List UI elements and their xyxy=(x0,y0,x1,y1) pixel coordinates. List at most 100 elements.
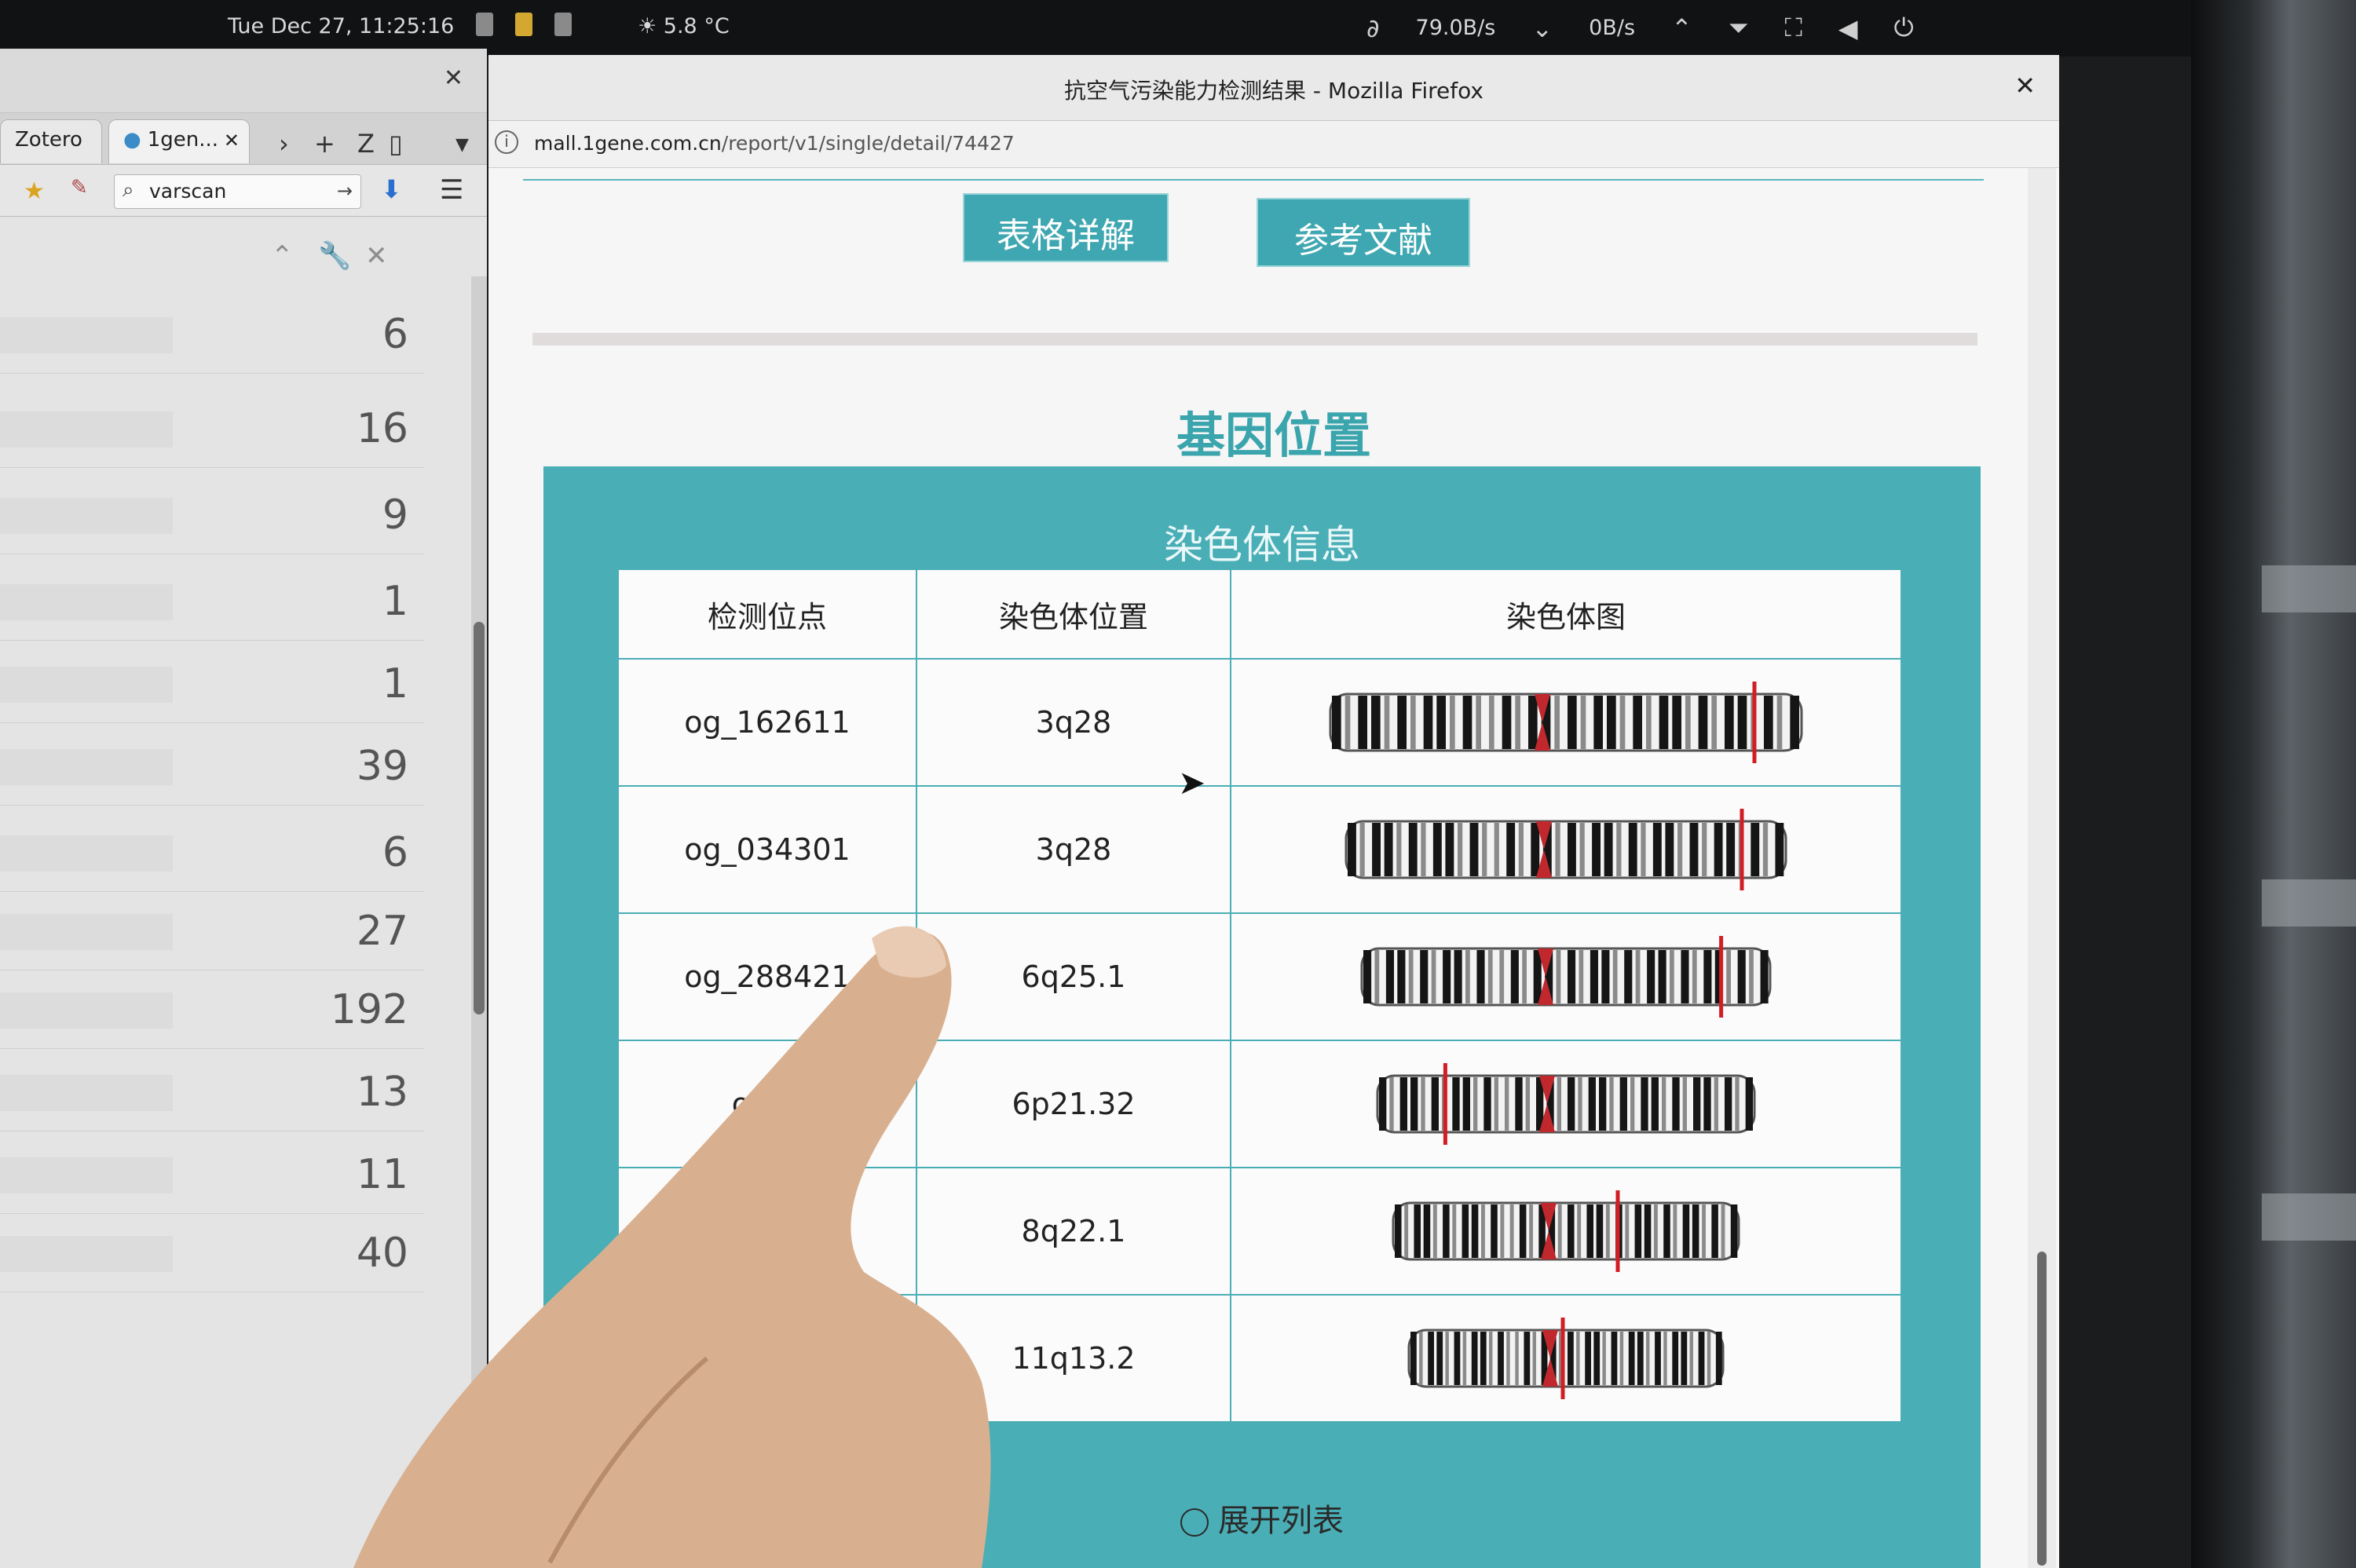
list-item-title xyxy=(0,749,173,785)
wrench-icon[interactable]: 🔧 xyxy=(318,240,351,272)
chromosome-band xyxy=(1692,1204,1699,1258)
scrollbar[interactable] xyxy=(471,276,487,1568)
chip-icon[interactable] xyxy=(476,13,493,36)
list-item[interactable]: 11 xyxy=(0,1135,424,1214)
expand-list-button[interactable]: 展开列表 xyxy=(543,1495,1981,1541)
list-item-title xyxy=(0,914,173,950)
list-item[interactable]: 6 xyxy=(0,295,424,374)
list-item[interactable]: 1 xyxy=(0,562,424,641)
chromosome-band xyxy=(1745,1077,1753,1131)
references-button[interactable]: 参考文献 xyxy=(1257,198,1470,267)
page-scrollbar[interactable] xyxy=(2028,168,2056,1568)
list-item[interactable]: 192 xyxy=(0,970,424,1049)
download-icon[interactable]: ⏷ xyxy=(1729,13,1749,43)
background-stripe xyxy=(2262,565,2356,612)
url-text[interactable]: mall.1gene.com.cn/report/v1/single/detai… xyxy=(534,132,1015,155)
table-bottom-edge xyxy=(523,168,1984,181)
chromosome-band xyxy=(1518,823,1524,876)
list-item[interactable]: 39 xyxy=(0,727,424,806)
chromosome-band xyxy=(1588,1077,1596,1131)
close-icon[interactable]: ✕ xyxy=(444,64,463,92)
chromosome-band xyxy=(1419,1332,1423,1385)
close-icon[interactable]: ✕ xyxy=(2014,71,2036,101)
chromosome-band xyxy=(1436,1332,1443,1385)
list-item[interactable]: 27 xyxy=(0,892,424,970)
chromosome-band xyxy=(1721,1204,1725,1258)
clock[interactable]: Tue Dec 27, 11:25:16 xyxy=(228,14,454,38)
chevron-right-icon[interactable]: › xyxy=(279,129,289,159)
chromosome-band xyxy=(1408,950,1414,1003)
list-item[interactable]: 1 xyxy=(0,645,424,723)
close-tab-icon[interactable]: ✕ xyxy=(224,130,240,152)
ideogram-cell xyxy=(1230,1167,1902,1296)
chromosome-band xyxy=(1702,1204,1706,1258)
chromosome-band xyxy=(1715,1332,1722,1385)
volume-muted-icon[interactable]: ◀ xyxy=(1838,13,1858,43)
save-page-icon[interactable]: ▯ xyxy=(389,129,403,159)
chromosome-ideogram xyxy=(1392,1190,1740,1272)
download-arrow-icon[interactable]: ⬇ xyxy=(381,174,402,204)
chromosome-band xyxy=(1693,1077,1701,1131)
input-method-icon[interactable]: ∂ xyxy=(1366,13,1380,43)
hamburger-menu-icon[interactable]: ☰ xyxy=(440,174,463,206)
site-cell: og_288421 xyxy=(617,912,917,1041)
chromosome-band xyxy=(1498,1332,1504,1385)
power-icon[interactable]: ⏻ xyxy=(1893,13,1913,43)
list-item-title xyxy=(0,992,173,1029)
weather-indicator[interactable]: ☀ 5.8 °C xyxy=(638,14,730,38)
chromosome-band xyxy=(1776,696,1783,749)
chromosome-band xyxy=(1735,1077,1740,1131)
chromosome-band xyxy=(1515,1077,1523,1131)
go-arrow-icon[interactable]: → xyxy=(337,180,353,202)
search-input[interactable]: ⌕ varscan → xyxy=(114,174,361,209)
info-icon[interactable]: i xyxy=(495,130,518,154)
chromosome-band xyxy=(1443,1204,1450,1258)
battery-icon[interactable] xyxy=(515,13,532,36)
chevron-up-icon[interactable]: ⌃ xyxy=(271,240,294,272)
chromosome-band xyxy=(1510,950,1519,1003)
list-item[interactable]: 40 xyxy=(0,1214,424,1292)
chromosome-band xyxy=(1568,823,1576,876)
chromosome-band xyxy=(1557,1204,1562,1258)
chromosome-band xyxy=(1592,823,1601,876)
list-item-title xyxy=(0,1236,173,1272)
chromosome-band xyxy=(1431,950,1436,1003)
chromosome-band xyxy=(1428,1332,1434,1385)
close-icon[interactable]: ✕ xyxy=(365,240,388,272)
table-detail-button[interactable]: 表格详解 xyxy=(963,193,1169,262)
list-item[interactable]: 9 xyxy=(0,476,424,554)
chromosome-band xyxy=(1641,823,1646,876)
scrollbar-thumb[interactable] xyxy=(474,622,485,1014)
chromosome-band xyxy=(1604,823,1613,876)
chromosome-band xyxy=(1528,696,1538,749)
new-tab-icon[interactable]: + xyxy=(314,129,335,159)
list-item[interactable]: 6 xyxy=(0,813,424,892)
list-item-count: 1 xyxy=(382,660,408,707)
chromosome-band xyxy=(1593,696,1603,749)
chromosome-band xyxy=(1764,696,1773,749)
mouse-icon[interactable] xyxy=(554,13,572,36)
chromosome-band xyxy=(1410,1077,1418,1131)
web-page: 表格详解 参考文献 基因位置 染色体信息 检测位点 染色体位置 染色体图 og_… xyxy=(488,168,2059,1568)
scrollbar-thumb[interactable] xyxy=(2037,1252,2047,1566)
chromosome-band xyxy=(1762,823,1769,876)
list-item[interactable]: 13 xyxy=(0,1053,424,1131)
annotate-icon[interactable]: ✎ xyxy=(71,176,88,199)
zotero-icon[interactable]: Z xyxy=(357,129,375,159)
tab-list-icon[interactable]: ▼ xyxy=(455,135,469,155)
chromosome-band xyxy=(1760,950,1769,1003)
chevron-down-icon[interactable]: ⌄ xyxy=(1531,13,1553,43)
list-item[interactable]: 16 xyxy=(0,389,424,468)
star-icon[interactable]: ★ xyxy=(24,177,45,205)
chromosome-band xyxy=(1443,950,1451,1003)
chromosome-band xyxy=(1578,1077,1582,1131)
chromosome-ideogram xyxy=(1329,682,1803,763)
network-icon[interactable]: ⛶ xyxy=(1784,13,1802,43)
url-bar[interactable]: i mall.1gene.com.cn/report/v1/single/det… xyxy=(488,121,2059,168)
chromosome-band xyxy=(1775,823,1784,876)
list-item-title xyxy=(0,667,173,703)
tab-zotero[interactable]: Zotero xyxy=(0,119,102,163)
tab-1gene[interactable]: ● 1gen... ✕ xyxy=(108,119,250,163)
chevron-up-icon[interactable]: ⌃ xyxy=(1671,13,1692,43)
chromosome-band xyxy=(1452,1077,1460,1131)
